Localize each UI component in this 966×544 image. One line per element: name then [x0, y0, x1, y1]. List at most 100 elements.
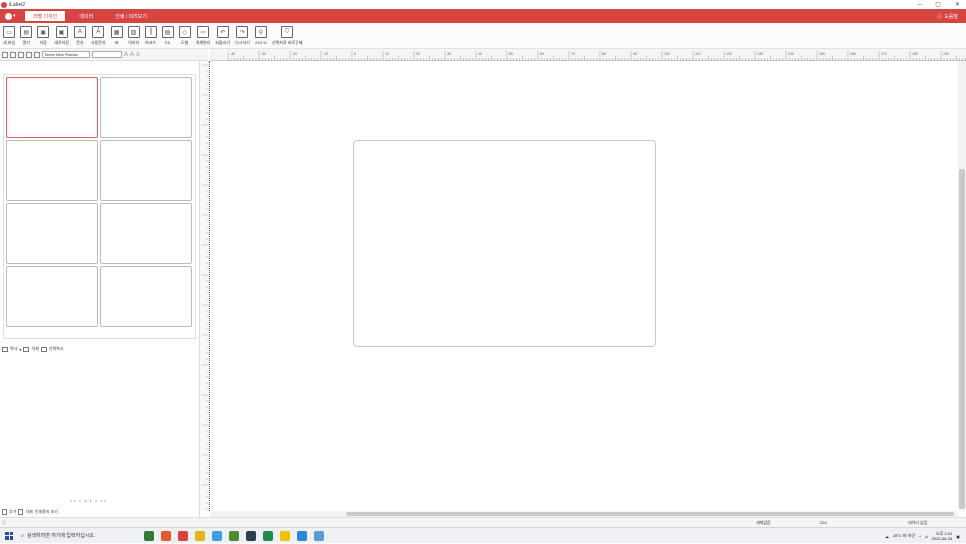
toolbar-button-basket[interactable]: ⛉ 선택자료 바로구매 [271, 23, 303, 49]
layer-icon[interactable] [34, 51, 40, 58]
add-page-button[interactable]: 추가 [9, 509, 16, 515]
ruler-tick-label: 130 [757, 52, 763, 56]
label-thumbnail[interactable] [100, 140, 192, 201]
ruler-tick-label: 20 [416, 52, 420, 56]
toolbar-button-save-as[interactable]: ▣ 새로저장 [54, 23, 69, 49]
toolbar-button-field[interactable]: ▤ FA [161, 23, 174, 49]
delete-icon[interactable] [23, 346, 30, 352]
taskbar-app-icon[interactable] [297, 530, 307, 541]
add-page-icon[interactable] [2, 509, 7, 515]
tab-print-preview[interactable]: 인쇄 / 미리보기 [107, 11, 155, 21]
minimize-button[interactable]: – [918, 2, 921, 8]
label-thumbnail[interactable] [6, 77, 98, 138]
toolbar-button-align[interactable]: ⇨ 개체편리 [195, 23, 211, 49]
toolbar-label: 도형 [180, 40, 189, 45]
taskbar-app-icon[interactable] [280, 530, 290, 541]
windows-taskbar: ⌕ 검색하려면 여기에 입력하십시오. ☁ 28°C 비 약간 ^ A 오후 2… [0, 527, 966, 543]
copy-icon[interactable] [10, 51, 16, 58]
taskbar-app-icon[interactable] [314, 530, 324, 541]
toolbar-button-table[interactable]: ▦ 표 [110, 23, 123, 49]
input-language[interactable]: A [925, 534, 928, 539]
cut-icon[interactable] [2, 51, 8, 58]
label-thumbnail[interactable] [6, 203, 98, 264]
ruler-tick-label: 100 [664, 52, 670, 56]
label-thumbnail[interactable] [100, 77, 192, 138]
toolbar-button-open[interactable]: ▤ 열기 [20, 23, 33, 49]
ruler-tick-label: 50 [509, 52, 513, 56]
font-family-select[interactable]: Times New Roman [42, 51, 90, 58]
start-button[interactable] [5, 531, 13, 540]
chevron-down-icon[interactable]: ▾ [19, 347, 21, 352]
taskbar-app-icon[interactable] [246, 530, 256, 541]
select-copy-icon[interactable] [40, 346, 47, 352]
ruler-tick-label: 190 [943, 52, 949, 56]
taskbar-app-icon[interactable] [263, 530, 273, 541]
toolbar-label: 사용문자 [90, 40, 106, 45]
help-icon: ⓘ [937, 13, 943, 20]
clock[interactable]: 오후 2:20 2022-06-26 [932, 531, 952, 541]
ribbon-tab-bar: ▾ 라벨 디자인 데이터 인쇄 / 미리보기 ⓘ 도움말 [0, 9, 966, 23]
toolbar-button-shape[interactable]: ◇ 도형 [178, 23, 191, 49]
taskbar-app-icon[interactable] [195, 530, 205, 541]
help-button[interactable]: ⓘ 도움말 [937, 13, 958, 20]
lock-icon[interactable] [26, 51, 32, 58]
ruler-tick-label: -30 [261, 52, 266, 56]
redo-icon: ↷ [236, 26, 249, 38]
copy-button[interactable]: 복사 [10, 346, 17, 352]
taskbar-app-icon[interactable] [161, 530, 171, 541]
taskbar-search[interactable]: ⌕ 검색하려면 여기에 입력하십시오. [21, 530, 131, 542]
status-data: 데이터 없음 [908, 520, 928, 525]
label-thumbnail[interactable] [6, 266, 98, 327]
tray-chevron-icon[interactable]: ^ [919, 534, 921, 539]
label-thumbnail[interactable] [6, 140, 98, 201]
window-controls: – ▢ ✕ [918, 0, 960, 9]
pager[interactable]: << < 1/1 > >> [70, 498, 107, 503]
label-design-area[interactable] [353, 140, 656, 347]
scroll-thumb[interactable] [959, 169, 965, 509]
window-title: iLabel2 [9, 1, 26, 8]
align-icon[interactable]: ≡ [136, 52, 140, 58]
app-logo-icon [5, 12, 12, 20]
toolbar-button-image[interactable]: ▨ 이미지 [127, 23, 140, 49]
bold-icon[interactable]: A [124, 52, 128, 58]
font-color-icon[interactable]: A [130, 52, 134, 58]
app-menu-button[interactable]: ▾ [5, 11, 19, 21]
paste-icon[interactable] [18, 51, 24, 58]
toolbar-label: 개체편리 [195, 40, 211, 45]
scroll-thumb[interactable] [346, 512, 954, 516]
panel-actions: 복사 ▾ 삭제 선택복사 [2, 346, 64, 352]
toolbar-button-undo[interactable]: ↶ 되돌리기 [215, 23, 230, 49]
close-button[interactable]: ✕ [955, 1, 960, 8]
label-thumbnail[interactable] [100, 203, 192, 264]
vertical-scrollbar[interactable] [958, 61, 966, 511]
design-canvas[interactable] [210, 61, 958, 511]
toolbar-button-redo[interactable]: ↷ 다시하기 [235, 23, 250, 49]
taskbar-app-icon[interactable] [144, 530, 154, 541]
remove-page-icon[interactable] [18, 509, 24, 515]
taskbar-app-icon[interactable] [229, 530, 239, 541]
info-icon: ⓘ [2, 520, 6, 525]
label-thumbnail[interactable] [100, 266, 192, 327]
tab-data[interactable]: 데이터 [71, 11, 101, 21]
remove-page-button[interactable]: 삭제 [25, 509, 32, 515]
toolbar-button-text[interactable]: A 문자 [73, 23, 86, 49]
delete-button[interactable]: 삭제 [31, 346, 38, 352]
notification-icon[interactable]: ▣ [956, 534, 960, 539]
maximize-button[interactable]: ▢ [935, 1, 941, 8]
toolbar-button-wordart[interactable]: Ả 사용문자 [91, 23, 106, 49]
toolbar-button-new-label[interactable]: ▭ 새 파일 [3, 23, 15, 49]
view-paper-link[interactable]: 인쇄용지 보기 [35, 509, 58, 515]
select-copy-button[interactable]: 선택복사 [49, 346, 64, 352]
weather-icon: ☁ [884, 533, 889, 539]
toolbar-button-save[interactable]: ▣ 저장 [37, 23, 50, 49]
taskbar-app-icon[interactable] [212, 530, 222, 541]
tab-label-design[interactable]: 라벨 디자인 [25, 11, 66, 21]
font-size-select[interactable] [92, 51, 122, 58]
toolbar-button-zoom[interactable]: ⚲ 215 % [254, 23, 267, 49]
horizontal-ruler: -40 -30 -20 -10 0 10 20 30 40 50 60 70 80 90 100 110 120… [210, 49, 966, 61]
toolbar-button-barcode[interactable]: ║ 바코드 [144, 23, 157, 49]
toolbar-label: 선택자료 바로구매 [271, 40, 303, 45]
taskbar-app-icon[interactable] [178, 530, 188, 541]
copy-icon[interactable] [2, 346, 8, 352]
ruler-tick-label: 0 [354, 52, 356, 56]
